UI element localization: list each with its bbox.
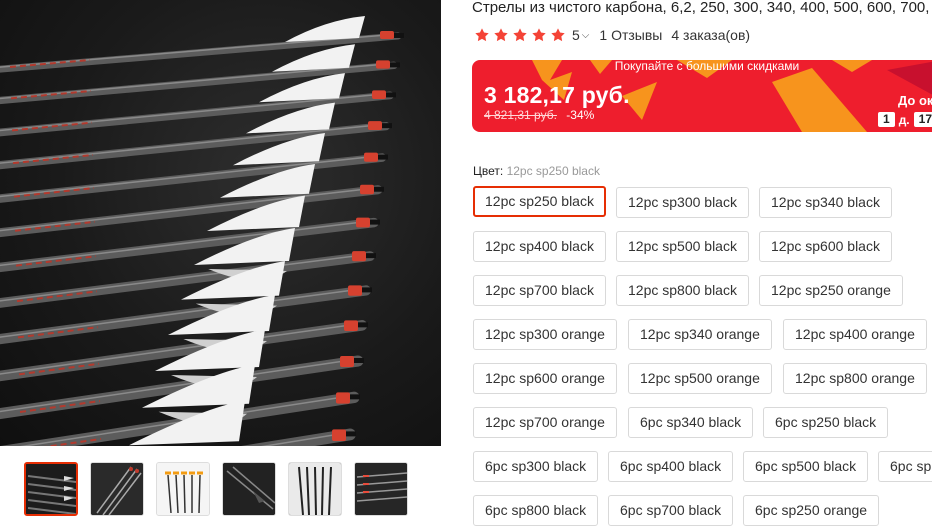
color-option[interactable]: 12pc sp340 orange <box>628 319 772 350</box>
rating-stars <box>474 27 566 43</box>
star-icon <box>532 28 546 42</box>
rating-value[interactable]: 5 <box>572 27 580 43</box>
current-price: 3 182,17 руб. <box>484 82 630 108</box>
timer-hours: 17 <box>913 112 932 127</box>
sale-ends-label: До око <box>898 93 932 108</box>
color-option[interactable]: 6pc sp300 black <box>473 451 599 482</box>
color-option[interactable]: 12pc sp700 orange <box>473 407 617 438</box>
color-option[interactable]: 6pc sp700 black <box>608 495 734 526</box>
old-price: 4 821,31 руб. <box>484 108 557 122</box>
old-price-row: 4 821,31 руб. -34% <box>484 108 594 122</box>
thumbnail-6[interactable] <box>354 462 408 516</box>
color-option[interactable]: 12pc sp500 orange <box>628 363 772 394</box>
color-option[interactable]: 6pc sp250 orange <box>743 495 880 526</box>
product-title: Стрелы из чистого карбона, 6,2, 250, 300… <box>472 0 932 16</box>
reviews-link[interactable]: 1 Отзывы <box>599 27 662 43</box>
color-option[interactable]: 12pc sp300 black <box>616 187 749 218</box>
star-icon <box>551 28 565 42</box>
color-option[interactable]: 12pc sp250 black <box>473 186 606 217</box>
star-icon <box>494 28 508 42</box>
color-option[interactable]: 6pc sp500 black <box>743 451 869 482</box>
thumbnail-image <box>91 463 143 515</box>
arrows-photo <box>0 16 404 446</box>
thumbnail-3[interactable] <box>156 462 210 516</box>
price-banner: Покупайте с большими скидками 3 182,17 р… <box>472 60 932 132</box>
thumbnail-image <box>26 464 76 514</box>
color-option[interactable]: 6pc sp400 black <box>608 451 734 482</box>
color-option[interactable]: 12pc sp400 orange <box>783 319 927 350</box>
color-option[interactable]: 6pc sp250 black <box>763 407 889 438</box>
selected-color: 12pc sp250 black <box>506 164 600 178</box>
chevron-down-icon[interactable]: ⌵ <box>582 30 590 41</box>
color-option[interactable]: 12pc sp800 orange <box>783 363 927 394</box>
rating-row: 5 ⌵ 1 Отзывы 4 заказа(ов) <box>474 25 750 45</box>
color-option[interactable]: 12pc sp250 orange <box>759 275 903 306</box>
color-option[interactable]: 6pc sp340 black <box>628 407 754 438</box>
color-option[interactable]: 12pc sp700 black <box>473 275 606 306</box>
color-label: Цвет: 12pc sp250 black <box>473 164 600 178</box>
thumbnail-image <box>223 463 275 515</box>
color-option[interactable]: 12pc sp340 black <box>759 187 892 218</box>
thumbnail-image <box>355 463 407 515</box>
thumbnail-5[interactable] <box>288 462 342 516</box>
color-option[interactable]: 12pc sp600 black <box>759 231 892 262</box>
timer-days: 1 <box>878 112 895 127</box>
color-option[interactable]: 12pc sp800 black <box>616 275 749 306</box>
orders-count: 4 заказа(ов) <box>671 27 751 43</box>
color-option[interactable]: 6pc sp800 black <box>473 495 599 526</box>
main-product-image[interactable] <box>0 0 441 446</box>
thumbnail-image <box>289 463 341 515</box>
thumbnail-4[interactable] <box>222 462 276 516</box>
star-icon <box>513 28 527 42</box>
banner-caption: Покупайте с большими скидками <box>614 60 800 73</box>
thumbnail-image <box>157 463 209 515</box>
color-option[interactable]: 12pc sp400 black <box>473 231 606 262</box>
discount-badge: -34% <box>566 108 595 122</box>
color-option[interactable]: 6pc sp <box>878 451 932 482</box>
thumbnail-2[interactable] <box>90 462 144 516</box>
star-icon <box>475 28 489 42</box>
thumbnail-1[interactable] <box>24 462 78 516</box>
countdown-timer: 1 д. 17 <box>878 112 932 127</box>
color-option[interactable]: 12pc sp300 orange <box>473 319 617 350</box>
color-option[interactable]: 12pc sp600 orange <box>473 363 617 394</box>
color-label-text: Цвет: <box>473 164 504 178</box>
color-option[interactable]: 12pc sp500 black <box>616 231 749 262</box>
timer-days-unit: д. <box>898 112 910 127</box>
